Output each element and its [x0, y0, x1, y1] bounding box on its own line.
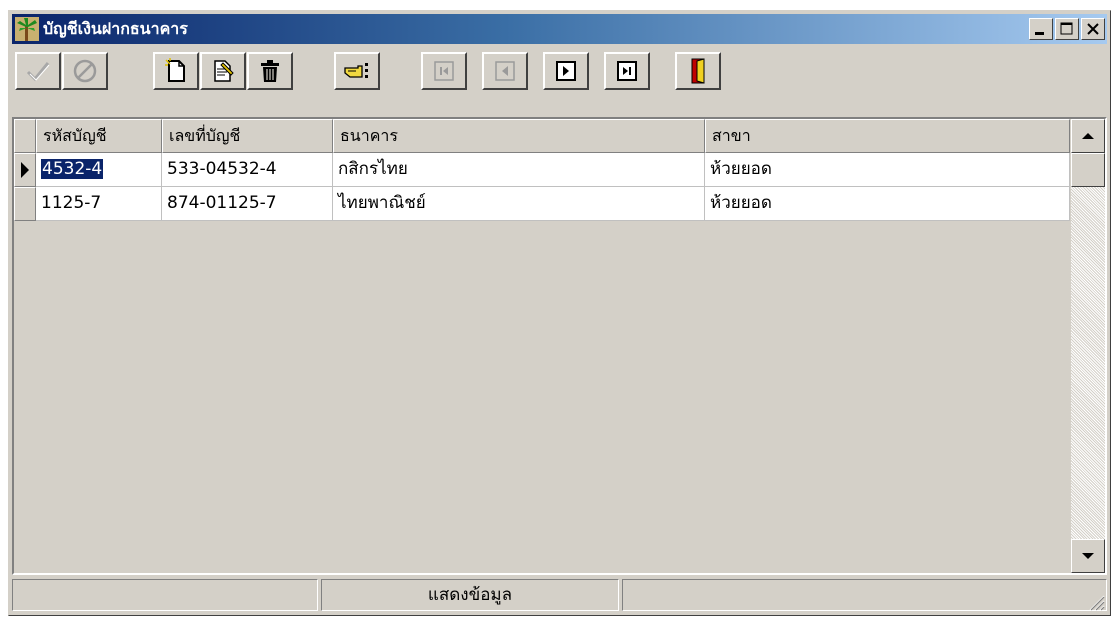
- cell-account-code[interactable]: 4532-4: [36, 153, 162, 187]
- column-header-account-number[interactable]: เลขที่บัญชี: [162, 119, 333, 153]
- exit-button[interactable]: [675, 52, 721, 90]
- cell-account-number[interactable]: 874-01125-7: [162, 187, 333, 221]
- next-record-button[interactable]: [543, 52, 589, 90]
- cell-branch[interactable]: ห้วยยอด: [705, 153, 1070, 187]
- maximize-icon: [1060, 22, 1073, 35]
- caption-buttons: [1029, 18, 1105, 40]
- accounts-grid[interactable]: รหัสบัญชี เลขที่บัญชี ธนาคาร สาขา 4532-4…: [12, 117, 1107, 575]
- select-record-button[interactable]: [334, 52, 380, 90]
- row-indicator: [14, 187, 36, 221]
- next-record-icon: [556, 61, 576, 81]
- new-record-button[interactable]: [153, 52, 199, 90]
- post-button[interactable]: [15, 52, 61, 90]
- column-header-bank[interactable]: ธนาคาร: [333, 119, 705, 153]
- edit-document-icon: [214, 60, 234, 82]
- maximize-button[interactable]: [1055, 18, 1079, 40]
- status-panel-right: [622, 579, 1107, 611]
- prior-record-icon: [495, 61, 515, 81]
- row-indicator: [14, 153, 36, 187]
- column-header-branch[interactable]: สาขา: [705, 119, 1070, 153]
- scroll-up-button[interactable]: [1071, 119, 1105, 153]
- current-row-arrow-icon: [21, 162, 29, 178]
- cell-account-code[interactable]: 1125-7: [36, 187, 162, 221]
- edit-record-button[interactable]: [200, 52, 246, 90]
- minimize-icon: [1035, 32, 1044, 35]
- delete-record-button[interactable]: [247, 52, 293, 90]
- cell-bank[interactable]: กสิกรไทย: [333, 153, 705, 187]
- scroll-thumb[interactable]: [1071, 153, 1105, 187]
- scroll-down-button[interactable]: [1071, 539, 1105, 573]
- status-panel-mode: แสดงข้อมูล: [321, 579, 619, 611]
- check-icon: [26, 62, 50, 82]
- minimize-button[interactable]: [1029, 18, 1053, 40]
- pointing-hand-icon: [344, 63, 368, 78]
- trash-icon: [261, 60, 279, 82]
- exit-door-icon: [691, 58, 705, 84]
- cancel-icon: [73, 59, 97, 83]
- scroll-down-arrow-icon: [1082, 553, 1094, 559]
- cell-account-number[interactable]: 533-04532-4: [162, 153, 333, 187]
- last-record-icon: [617, 61, 637, 81]
- status-panel-left: [12, 579, 318, 611]
- window-title: บัญชีเงินฝากธนาคาร: [43, 19, 188, 38]
- scroll-up-arrow-icon: [1082, 133, 1094, 139]
- table-row[interactable]: 1125-7 874-01125-7 ไทยพาณิชย์ ห้วยยอด: [14, 187, 1070, 221]
- table-row[interactable]: 4532-4 533-04532-4 กสิกรไทย ห้วยยอด: [14, 153, 1070, 187]
- status-bar: แสดงข้อมูล: [12, 577, 1107, 613]
- bank-account-window: บัญชีเงินฝากธนาคาร รหัสบัญชี เลขที่บัญชี…: [8, 10, 1111, 616]
- cell-branch[interactable]: ห้วยยอด: [705, 187, 1070, 221]
- resize-grip-icon[interactable]: [1087, 593, 1105, 611]
- new-document-icon: [165, 58, 185, 82]
- last-record-button[interactable]: [604, 52, 650, 90]
- close-icon: [1087, 23, 1099, 35]
- palm-tree-icon: [15, 17, 39, 41]
- row-indicator-header: [14, 119, 36, 153]
- column-header-account-code[interactable]: รหัสบัญชี: [36, 119, 162, 153]
- prior-record-button[interactable]: [482, 52, 528, 90]
- cancel-button[interactable]: [62, 52, 108, 90]
- cell-bank[interactable]: ไทยพาณิชย์: [333, 187, 705, 221]
- first-record-button[interactable]: [421, 52, 467, 90]
- title-bar[interactable]: บัญชีเงินฝากธนาคาร: [12, 14, 1107, 44]
- vertical-scrollbar[interactable]: [1071, 119, 1105, 573]
- first-record-icon: [434, 61, 454, 81]
- close-button[interactable]: [1081, 18, 1105, 40]
- toolbar: [12, 48, 1107, 94]
